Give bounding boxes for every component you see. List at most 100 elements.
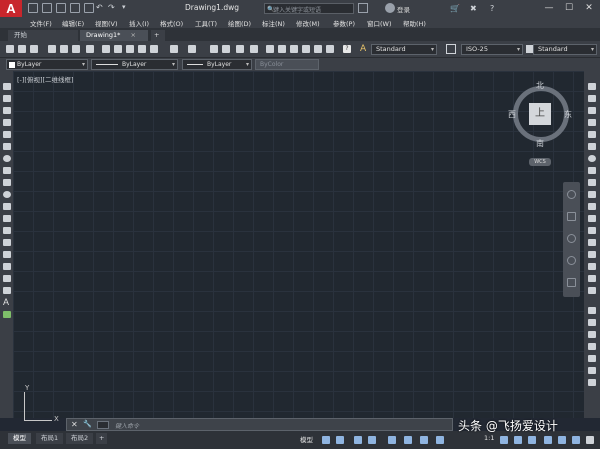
publish-icon[interactable]: [72, 45, 80, 53]
zoom-realtime-icon[interactable]: [222, 45, 230, 53]
menu-edit[interactable]: 编辑(E): [62, 18, 84, 28]
text-front-icon[interactable]: [588, 367, 596, 374]
units-icon[interactable]: [544, 436, 552, 444]
snap-mode-icon[interactable]: [336, 436, 344, 444]
lineweight-toggle-icon[interactable]: [436, 436, 444, 444]
tab-start[interactable]: 开始: [8, 30, 78, 41]
wrench-icon[interactable]: 🔧: [83, 420, 92, 428]
open-icon[interactable]: [18, 45, 26, 53]
binoculars-icon[interactable]: [358, 3, 368, 13]
send-back-icon[interactable]: [588, 331, 596, 338]
mirror-icon[interactable]: [588, 107, 596, 114]
exchange-icon[interactable]: ✖: [470, 4, 477, 13]
maximize-button[interactable]: ☐: [560, 0, 578, 17]
add-selected-icon[interactable]: [3, 311, 11, 318]
linetype-select[interactable]: ByLayer ▾: [91, 59, 178, 70]
command-input[interactable]: 键入命令: [115, 421, 139, 430]
viewport-controls[interactable]: [-][俯视][二维线框]: [17, 74, 74, 84]
dim-style-select[interactable]: ISO-25 ▾: [461, 44, 523, 55]
cut-icon[interactable]: [102, 45, 110, 53]
rectangle-icon[interactable]: [3, 131, 11, 138]
print-icon[interactable]: [84, 3, 94, 13]
make-block-icon[interactable]: [3, 227, 11, 234]
preview-icon[interactable]: [60, 45, 68, 53]
undo-icon[interactable]: ↶: [96, 3, 103, 12]
scale-icon[interactable]: [588, 167, 596, 174]
send-under-icon[interactable]: [588, 355, 596, 362]
bring-front-icon[interactable]: [588, 319, 596, 326]
draworder-icon[interactable]: [588, 307, 596, 314]
compass-east[interactable]: 东: [564, 109, 572, 120]
menu-insert[interactable]: 插入(I): [129, 18, 149, 28]
zoom-previous-icon[interactable]: [250, 45, 258, 53]
annotation-visibility-icon[interactable]: [500, 436, 508, 444]
insert-block-icon[interactable]: [3, 215, 11, 222]
array-icon[interactable]: [588, 131, 596, 138]
point-icon[interactable]: [3, 239, 11, 246]
menu-tools[interactable]: 工具(T): [195, 18, 217, 28]
copy-icon[interactable]: [114, 45, 122, 53]
cart-icon[interactable]: 🛒: [450, 4, 460, 13]
zoom-extents-icon[interactable]: [567, 234, 576, 243]
open-file-icon[interactable]: [42, 3, 52, 13]
join-icon[interactable]: [588, 239, 596, 246]
sheet-set-icon[interactable]: [302, 45, 310, 53]
search-input[interactable]: 🔍 键入关键字或短语: [264, 3, 354, 14]
customization-icon[interactable]: [586, 436, 594, 444]
paste-icon[interactable]: [126, 45, 134, 53]
break-at-point-icon[interactable]: [588, 215, 596, 222]
circle-icon[interactable]: [3, 155, 11, 162]
stretch-icon[interactable]: [588, 179, 596, 186]
dims-front-icon[interactable]: [588, 379, 596, 386]
match-properties-icon[interactable]: [138, 45, 146, 53]
chamfer-icon[interactable]: [588, 251, 596, 258]
color-select[interactable]: ByLayer ▾: [6, 59, 88, 70]
user-icon[interactable]: [385, 3, 395, 13]
close-button[interactable]: ✕: [580, 0, 598, 17]
polyline-icon[interactable]: [3, 107, 11, 114]
showmotion-icon[interactable]: [567, 278, 576, 287]
object-snap-icon[interactable]: [420, 436, 428, 444]
redo-toolbar-icon[interactable]: [188, 45, 196, 53]
steering-wheel-icon[interactable]: [567, 190, 576, 199]
menu-view[interactable]: 视图(V): [95, 18, 118, 28]
tool-palettes-icon[interactable]: [290, 45, 298, 53]
polar-tracking-icon[interactable]: [368, 436, 376, 444]
explode-icon[interactable]: [588, 287, 596, 294]
orbit-icon[interactable]: [567, 256, 576, 265]
hardware-acceleration-icon[interactable]: [572, 436, 580, 444]
trim-icon[interactable]: [588, 191, 596, 198]
menu-draw[interactable]: 绘图(D): [228, 18, 251, 28]
rotate-icon[interactable]: [588, 155, 596, 162]
minimize-button[interactable]: —: [540, 0, 558, 17]
add-layout-button[interactable]: +: [96, 433, 108, 444]
login-link[interactable]: 登录: [397, 4, 410, 14]
revision-cloud-icon[interactable]: [3, 167, 11, 174]
bring-above-icon[interactable]: [588, 343, 596, 350]
help-toolbar-icon[interactable]: ?: [343, 45, 351, 53]
drawing-canvas[interactable]: [-][俯视][二维线框]: [13, 71, 584, 418]
block-editor-icon[interactable]: [150, 45, 158, 53]
lineweight-select[interactable]: ByLayer ▾: [182, 59, 252, 70]
move-icon[interactable]: [588, 143, 596, 150]
extend-icon[interactable]: [588, 203, 596, 210]
annotation-monitor-icon[interactable]: [528, 436, 536, 444]
plot-icon[interactable]: [48, 45, 56, 53]
tab-layout2[interactable]: 布局2: [66, 433, 94, 444]
gradient-icon[interactable]: [3, 263, 11, 270]
isolate-objects-icon[interactable]: [558, 436, 566, 444]
zoom-window-icon[interactable]: [236, 45, 244, 53]
compass-north[interactable]: 北: [536, 80, 544, 91]
fillet-icon[interactable]: [588, 263, 596, 270]
ellipse-arc-icon[interactable]: [3, 203, 11, 210]
tab-drawing1[interactable]: Drawing1* ×: [80, 30, 148, 41]
help-icon[interactable]: ?: [490, 4, 494, 13]
command-line[interactable]: ✕ 🔧 键入命令: [66, 418, 453, 431]
blend-curves-icon[interactable]: [588, 275, 596, 282]
menu-parametric[interactable]: 参数(P): [333, 18, 355, 28]
arc-icon[interactable]: [3, 143, 11, 150]
ellipse-icon[interactable]: [3, 191, 11, 198]
new-file-icon[interactable]: [28, 3, 38, 13]
viewcube-top-face[interactable]: 上: [529, 103, 551, 125]
app-logo[interactable]: A: [0, 0, 22, 17]
